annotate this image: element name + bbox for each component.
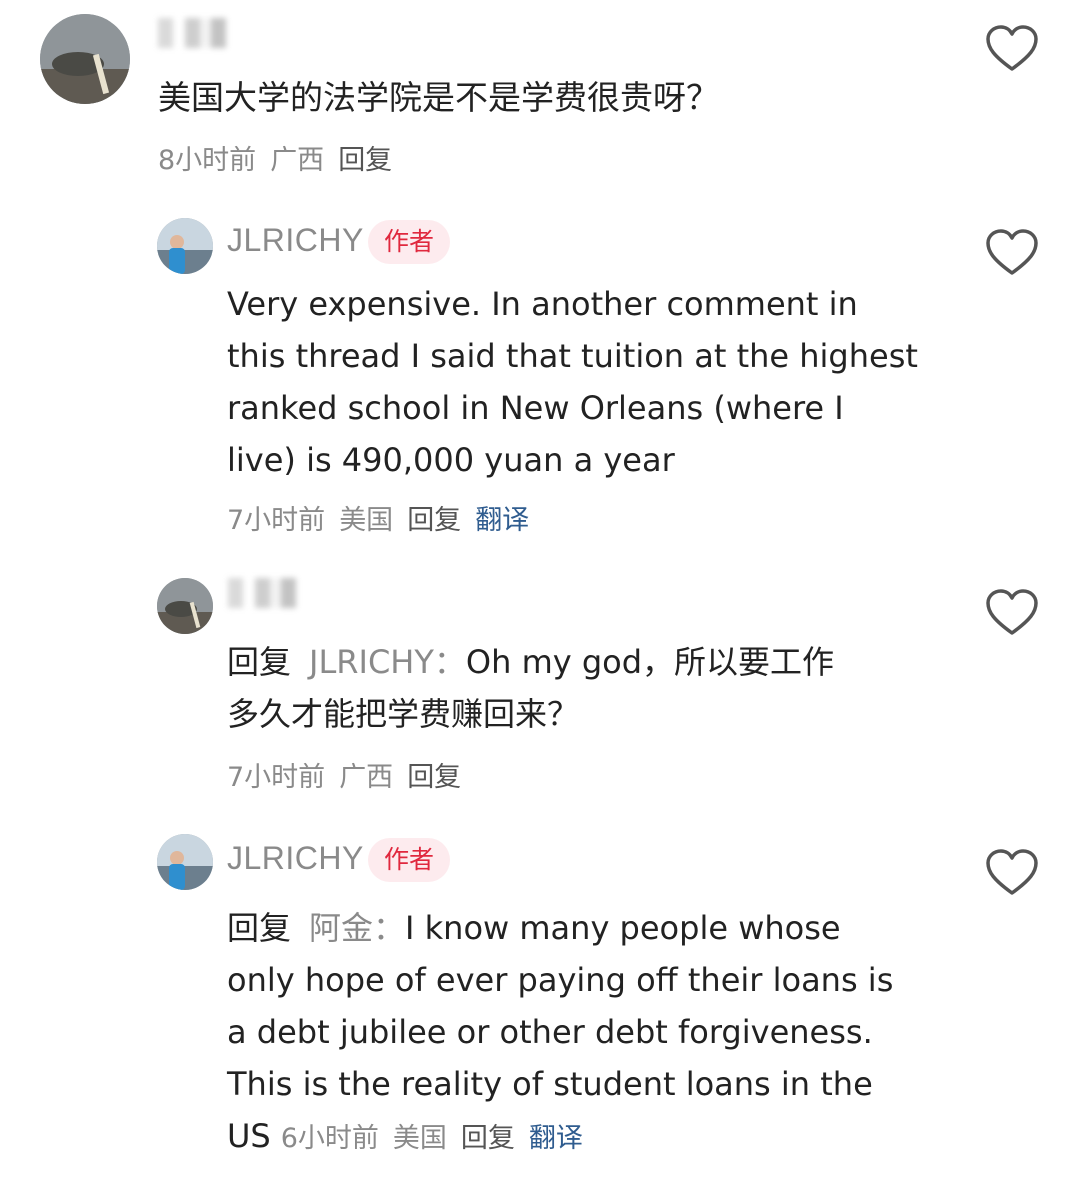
comment-text: 美国大学的法学院是不是学费很贵呀？ — [158, 78, 719, 117]
reply-button[interactable]: 回复 — [461, 1123, 515, 1154]
comment-text-line: a debt jubilee or other debt forgiveness… — [227, 1013, 873, 1051]
avatar[interactable] — [157, 834, 213, 890]
comment-time: 7小时前 — [227, 505, 326, 536]
reply-target[interactable]: 阿金： — [309, 909, 405, 947]
comment-text-line: 回复 阿金：I know many people whose — [227, 902, 893, 954]
like-button[interactable] — [984, 848, 1040, 898]
blurred-username[interactable] — [158, 18, 226, 48]
comment-time: 7小时前 — [227, 762, 326, 793]
comment-time: 8小时前 — [158, 145, 257, 176]
comment-location: 广西 — [339, 762, 394, 793]
reply-prefix: 回复 — [227, 643, 292, 681]
comment-text-last: US — [227, 1117, 271, 1155]
reply-prefix: 回复 — [227, 909, 292, 947]
blurred-username[interactable] — [228, 578, 296, 608]
comment-text-line: live) is 490,000 yuan a year — [227, 441, 675, 479]
translate-button[interactable]: 翻译 — [529, 1123, 583, 1154]
avatar[interactable] — [157, 218, 213, 274]
comment-2: JLRICHY 作者 Very expensive. In another co… — [0, 200, 1080, 560]
comment-meta: 7小时前 美国 回复 翻译 — [227, 498, 543, 537]
comment-text-line: 回复 JLRICHY：Oh my god，所以要工作 — [227, 636, 834, 688]
comment-text-line: this thread I said that tuition at the h… — [227, 337, 918, 375]
author-badge: 作者 — [368, 220, 451, 264]
reply-target[interactable]: JLRICHY： — [309, 643, 466, 681]
username[interactable]: JLRICHY — [227, 222, 364, 259]
comment-location: 美国 — [392, 1123, 447, 1154]
person-avatar-icon — [157, 218, 213, 274]
comment-time: 6小时前 — [280, 1123, 379, 1154]
author-badge: 作者 — [368, 838, 451, 882]
lizard-avatar-icon — [40, 14, 130, 104]
comment-text-first: I know many people whose — [405, 909, 841, 947]
comment-text-line: This is the reality of student loans in … — [227, 1065, 873, 1103]
comment-4: JLRICHY 作者 回复 阿金：I know many people whose… — [0, 820, 1080, 1178]
comment-text-first: Oh my god，所以要工作 — [465, 643, 835, 681]
heart-outline-icon — [986, 25, 1038, 71]
comment-text-line: 多久才能把学费赚回来？ — [227, 695, 580, 733]
heart-outline-icon — [986, 849, 1038, 895]
comment-text: 回复 阿金：I know many people whose only hope … — [227, 902, 893, 1165]
comment-location: 广西 — [270, 145, 325, 176]
avatar[interactable] — [157, 578, 213, 634]
avatar[interactable] — [40, 14, 130, 104]
person-avatar-icon — [157, 834, 213, 890]
like-button[interactable] — [984, 588, 1040, 638]
comment-1: 美国大学的法学院是不是学费很贵呀？ 8小时前 广西 回复 — [0, 0, 1080, 200]
comment-meta: 7小时前 广西 回复 — [227, 755, 475, 794]
comment-text-line: ranked school in New Orleans (where I — [227, 389, 844, 427]
reply-button[interactable]: 回复 — [407, 505, 461, 536]
heart-outline-icon — [986, 229, 1038, 275]
like-button[interactable] — [984, 24, 1040, 74]
comment-text: Very expensive. In another comment in th… — [227, 278, 918, 486]
like-button[interactable] — [984, 228, 1040, 278]
comment-text-line: US 6小时前 美国 回复 翻译 — [227, 1110, 893, 1165]
translate-button[interactable]: 翻译 — [475, 505, 529, 536]
username[interactable]: JLRICHY — [227, 840, 364, 877]
reply-button[interactable]: 回复 — [338, 145, 392, 176]
comment-meta: 6小时前 美国 回复 翻译 — [281, 1123, 597, 1154]
comment-text-line: only hope of ever paying off their loans… — [227, 961, 894, 999]
comment-text: 回复 JLRICHY：Oh my god，所以要工作 多久才能把学费赚回来？ — [227, 636, 834, 740]
heart-outline-icon — [986, 589, 1038, 635]
reply-button[interactable]: 回复 — [407, 762, 461, 793]
comment-3: 回复 JLRICHY：Oh my god，所以要工作 多久才能把学费赚回来？ 7小… — [0, 560, 1080, 820]
comment-location: 美国 — [339, 505, 394, 536]
comment-meta: 8小时前 广西 回复 — [158, 138, 406, 177]
comment-text-line: Very expensive. In another comment in — [227, 285, 858, 323]
lizard-avatar-icon — [157, 578, 213, 634]
